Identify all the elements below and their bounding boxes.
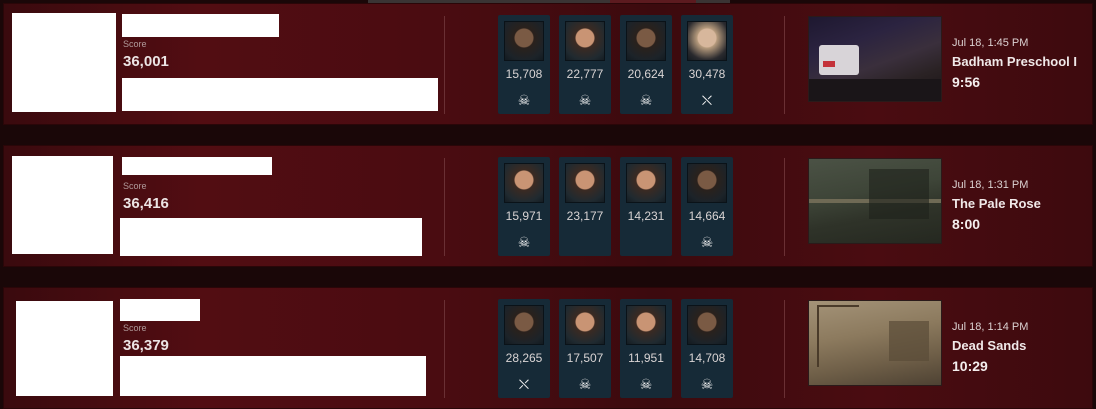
survivor-points: 28,265 <box>505 351 543 365</box>
survivor-points: 14,664 <box>688 209 726 223</box>
map-thumbnail <box>808 158 942 244</box>
score-value: 36,379 <box>123 337 169 354</box>
survivor-portrait <box>687 305 727 345</box>
match-date: Jul 18, 1:14 PM <box>952 321 1029 333</box>
survivor-card[interactable]: 11,951 ☠ <box>620 299 672 398</box>
survivor-points: 20,624 <box>627 67 665 81</box>
survivor-portrait <box>565 305 605 345</box>
survivor-points: 15,971 <box>505 209 543 223</box>
killer-portrait-redacted <box>16 301 113 396</box>
player-name-redacted <box>120 299 200 321</box>
match-duration: 9:56 <box>952 74 981 90</box>
match-row[interactable]: Score 36,379 28,265 ⛌ 17,507 ☠ 11,951 ☠ … <box>3 287 1093 409</box>
divider <box>784 158 785 256</box>
escaped-icon: ☠ <box>700 376 714 392</box>
survivor-portrait <box>504 163 544 203</box>
divider <box>784 16 785 114</box>
survivor-portrait <box>626 163 666 203</box>
escaped-icon: ☠ <box>578 376 592 392</box>
match-row[interactable]: Score 36,001 15,708 ☠ 22,777 ☠ 20,624 ☠ … <box>3 3 1093 125</box>
survivor-points: 14,231 <box>627 209 665 223</box>
player-name-redacted <box>122 157 272 175</box>
player-name-redacted <box>122 14 279 37</box>
match-date: Jul 18, 1:31 PM <box>952 179 1029 191</box>
survivor-points: 22,777 <box>566 67 604 81</box>
perks-redacted <box>120 356 426 396</box>
score-value: 36,416 <box>123 195 169 212</box>
escaped-icon: ☠ <box>639 92 653 108</box>
hook-icon: ⛌ <box>701 92 713 108</box>
map-thumbnail <box>808 16 942 102</box>
escaped-icon: ☠ <box>578 92 592 108</box>
killer-portrait-redacted <box>12 13 116 112</box>
survivor-points: 17,507 <box>566 351 604 365</box>
perks-redacted <box>120 218 422 256</box>
survivor-card[interactable]: 17,507 ☠ <box>559 299 611 398</box>
survivor-card[interactable]: 20,624 ☠ <box>620 15 672 114</box>
survivor-portrait <box>565 163 605 203</box>
match-date: Jul 18, 1:45 PM <box>952 37 1029 49</box>
survivor-card[interactable]: 28,265 ⛌ <box>498 299 550 398</box>
map-name: Badham Preschool I <box>952 54 1077 69</box>
hook-icon: ⛌ <box>518 376 530 392</box>
survivor-card[interactable]: 23,177 <box>559 157 611 256</box>
score-label: Score <box>123 323 147 333</box>
match-duration: 8:00 <box>952 216 981 232</box>
divider <box>444 158 445 256</box>
escaped-icon: ☠ <box>517 234 531 250</box>
survivor-card[interactable]: 22,777 ☠ <box>559 15 611 114</box>
survivor-points: 11,951 <box>628 351 664 365</box>
survivor-card[interactable]: 15,708 ☠ <box>498 15 550 114</box>
score-label: Score <box>123 39 147 49</box>
survivor-portrait <box>504 305 544 345</box>
divider <box>784 300 785 398</box>
survivor-portrait <box>687 21 727 61</box>
divider <box>444 300 445 398</box>
score-label: Score <box>123 181 147 191</box>
survivor-portrait <box>504 21 544 61</box>
killer-portrait-redacted <box>12 156 113 254</box>
survivor-points: 23,177 <box>566 209 604 223</box>
survivor-card[interactable]: 30,478 ⛌ <box>681 15 733 114</box>
survivor-card[interactable]: 14,708 ☠ <box>681 299 733 398</box>
perks-redacted <box>122 78 438 111</box>
divider <box>444 16 445 114</box>
map-thumbnail <box>808 300 942 386</box>
survivor-portrait <box>626 305 666 345</box>
survivor-portrait <box>687 163 727 203</box>
map-name: The Pale Rose <box>952 196 1041 211</box>
survivor-card[interactable]: 14,664 ☠ <box>681 157 733 256</box>
survivor-points: 15,708 <box>505 67 543 81</box>
survivor-card[interactable]: 15,971 ☠ <box>498 157 550 256</box>
survivor-points: 14,708 <box>688 351 726 365</box>
escaped-icon: ☠ <box>700 234 714 250</box>
survivor-points: 30,478 <box>688 67 726 81</box>
survivor-portrait <box>626 21 666 61</box>
map-name: Dead Sands <box>952 338 1027 353</box>
survivor-portrait <box>565 21 605 61</box>
escaped-icon: ☠ <box>517 92 531 108</box>
survivor-card[interactable]: 14,231 <box>620 157 672 256</box>
escaped-icon: ☠ <box>639 376 653 392</box>
match-duration: 10:29 <box>952 358 988 374</box>
score-value: 36,001 <box>123 53 169 70</box>
match-row[interactable]: Score 36,416 15,971 ☠ 23,177 14,231 14,6… <box>3 145 1093 267</box>
